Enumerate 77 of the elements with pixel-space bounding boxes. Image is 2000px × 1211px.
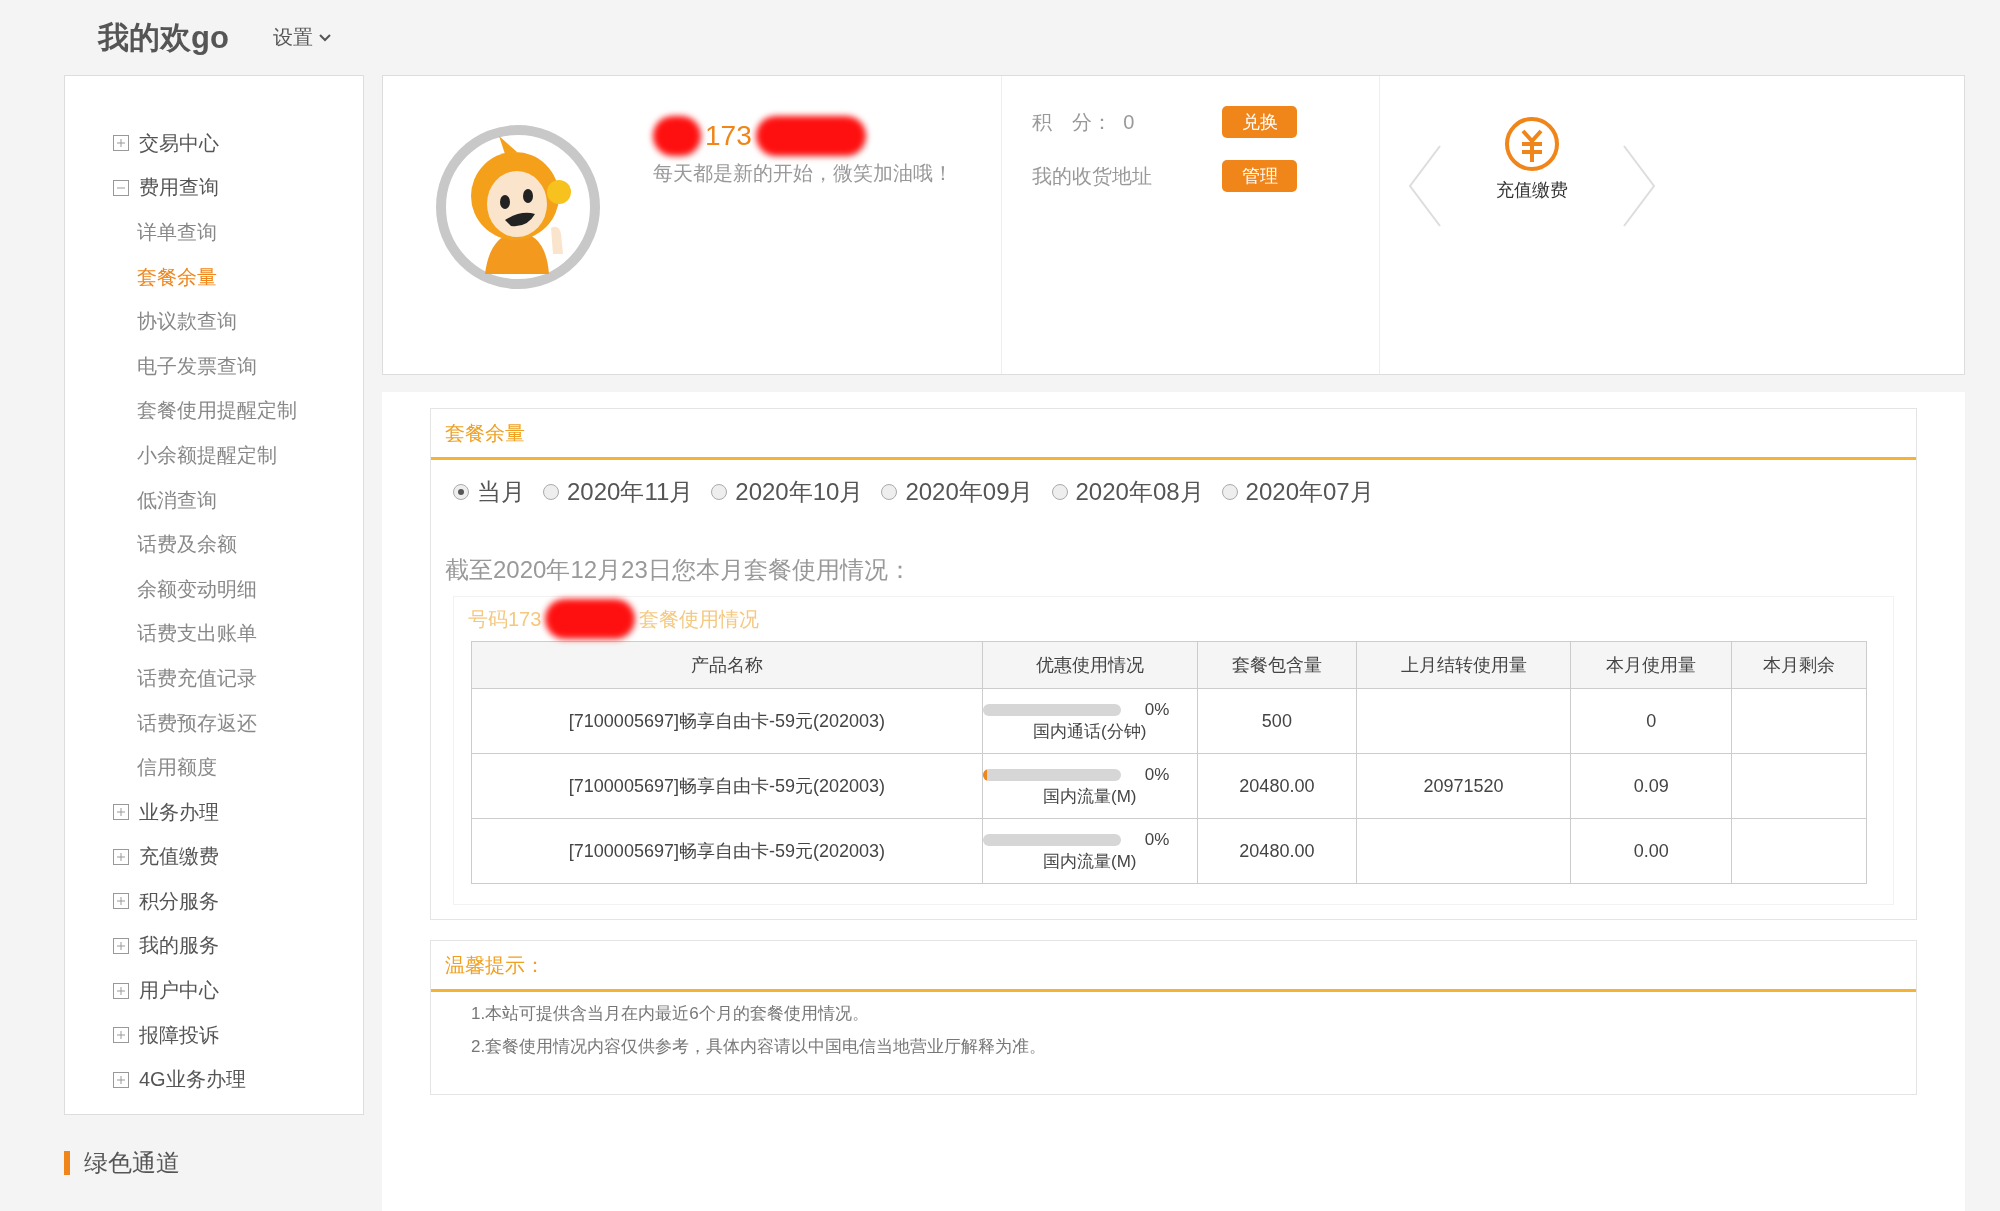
redaction-mark xyxy=(653,116,701,156)
sidebar-subitem[interactable]: 话费及余额 xyxy=(137,531,237,559)
motto-text: 每天都是新的开始，微笑加油哦！ xyxy=(653,161,954,186)
usage-title: 套餐使用情况 xyxy=(639,606,760,632)
month-radio[interactable]: 2020年10月 xyxy=(711,472,864,512)
month-radio[interactable]: 2020年08月 xyxy=(1051,472,1204,512)
table-cell: 0.00 xyxy=(1570,818,1732,884)
expand-icon[interactable] xyxy=(113,982,129,999)
table-cell: 500 xyxy=(1197,688,1357,754)
percent-text: 0% xyxy=(1144,829,1170,850)
table-cell: 20480.00 xyxy=(1197,753,1357,819)
sidebar-subitem[interactable]: 电子发票查询 xyxy=(137,352,257,380)
section-title: 套餐余量 xyxy=(445,420,525,446)
address-label: 我的收货地址 xyxy=(1032,163,1153,189)
sidebar-subitem[interactable]: 余额变动明细 xyxy=(137,575,257,603)
expand-icon[interactable] xyxy=(113,848,129,865)
table-cell: [7100005697]畅享自由卡-59元(202003) xyxy=(471,753,983,819)
points-text: 积 分： 0 xyxy=(1032,109,1136,135)
number-label: 号码173 xyxy=(468,606,542,632)
expand-icon[interactable] xyxy=(113,135,129,152)
sidebar-item[interactable]: 业务办理 xyxy=(139,798,219,826)
chevron-down-icon xyxy=(318,33,331,42)
column-header: 上月结转使用量 xyxy=(1356,641,1571,689)
sidebar-subitem[interactable]: 套餐使用提醒定制 xyxy=(137,397,297,425)
month-radio[interactable]: 2020年07月 xyxy=(1221,472,1374,512)
tip-text: 1.本站可提供含当月在内最近6个月的套餐使用情况。 xyxy=(470,1003,870,1025)
sidebar-subitem[interactable]: 信用额度 xyxy=(137,754,217,782)
usage-type-text: 国内流量(M) xyxy=(1042,850,1138,873)
expand-icon[interactable] xyxy=(113,804,129,821)
collapse-icon[interactable] xyxy=(113,179,129,196)
sidebar-subitem[interactable]: 详单查询 xyxy=(137,219,217,246)
column-header: 优惠使用情况 xyxy=(982,641,1198,689)
column-header: 套餐包含量 xyxy=(1197,641,1357,689)
usage-type-text: 国内流量(M) xyxy=(1042,785,1138,808)
usage-type-text: 国内通话(分钟) xyxy=(1032,720,1148,743)
percent-text: 0% xyxy=(1144,699,1170,720)
table-cell: 20480.00 xyxy=(1197,818,1357,884)
sidebar-item[interactable]: 费用查询 xyxy=(139,174,219,202)
accent-bar xyxy=(64,1151,70,1175)
sidebar-item[interactable]: 用户中心 xyxy=(139,977,219,1005)
sidebar-subitem[interactable]: 协议款查询 xyxy=(137,308,237,336)
page-title: 我的欢go xyxy=(98,18,229,57)
column-header: 产品名称 xyxy=(471,641,983,689)
yuan-coin-icon[interactable] xyxy=(1504,116,1560,172)
expand-icon[interactable] xyxy=(113,893,129,910)
sidebar-item[interactable]: 充值缴费 xyxy=(139,843,219,871)
sidebar-subitem[interactable]: 话费支出账单 xyxy=(137,620,257,648)
table-cell: 0 xyxy=(1570,688,1732,754)
phone-number: 173 xyxy=(705,120,752,152)
settings-menu[interactable]: 设置 xyxy=(272,24,331,51)
sidebar-item[interactable]: 交易中心 xyxy=(139,129,219,157)
table-cell: 0.09 xyxy=(1570,753,1732,819)
sidebar-subitem[interactable]: 话费充值记录 xyxy=(137,664,257,692)
table-cell: [7100005697]畅享自由卡-59元(202003) xyxy=(471,688,983,754)
tip-text: 2.套餐使用情况内容仅供参考，具体内容请以中国电信当地营业厅解释为准。 xyxy=(470,1036,1048,1058)
percent-text: 0% xyxy=(1144,764,1170,785)
month-radio[interactable]: 2020年09月 xyxy=(881,472,1034,512)
column-header: 本月剩余 xyxy=(1731,641,1867,689)
expand-icon[interactable] xyxy=(113,1027,129,1044)
month-radio[interactable]: 2020年11月 xyxy=(543,472,694,512)
sidebar-subitem[interactable]: 低消查询 xyxy=(137,486,217,514)
sidebar-item[interactable]: 4G业务办理 xyxy=(139,1066,246,1094)
sidebar-subitem[interactable]: 话费预存返还 xyxy=(137,709,257,737)
as-of-text: 截至2020年12月23日您本月套餐使用情况： xyxy=(444,555,913,585)
sidebar-item[interactable]: 我的服务 xyxy=(139,932,219,960)
table-cell: 20971520 xyxy=(1356,753,1571,819)
expand-icon[interactable] xyxy=(113,938,129,954)
sidebar-item[interactable]: 报障投诉 xyxy=(139,1021,219,1049)
sidebar-subitem[interactable]: 小余额提醒定制 xyxy=(137,441,277,469)
table-cell: [7100005697]畅享自由卡-59元(202003) xyxy=(471,818,983,884)
tips-title: 温馨提示： xyxy=(445,952,545,978)
sidebar-item[interactable]: 积分服务 xyxy=(139,887,219,915)
expand-icon[interactable] xyxy=(113,1071,129,1088)
section-heading: 绿色通道 xyxy=(84,1148,180,1178)
month-radio[interactable]: 当月 xyxy=(453,472,525,512)
recharge-link[interactable]: 充值缴费 xyxy=(1496,178,1568,202)
column-header: 本月使用量 xyxy=(1570,641,1732,689)
